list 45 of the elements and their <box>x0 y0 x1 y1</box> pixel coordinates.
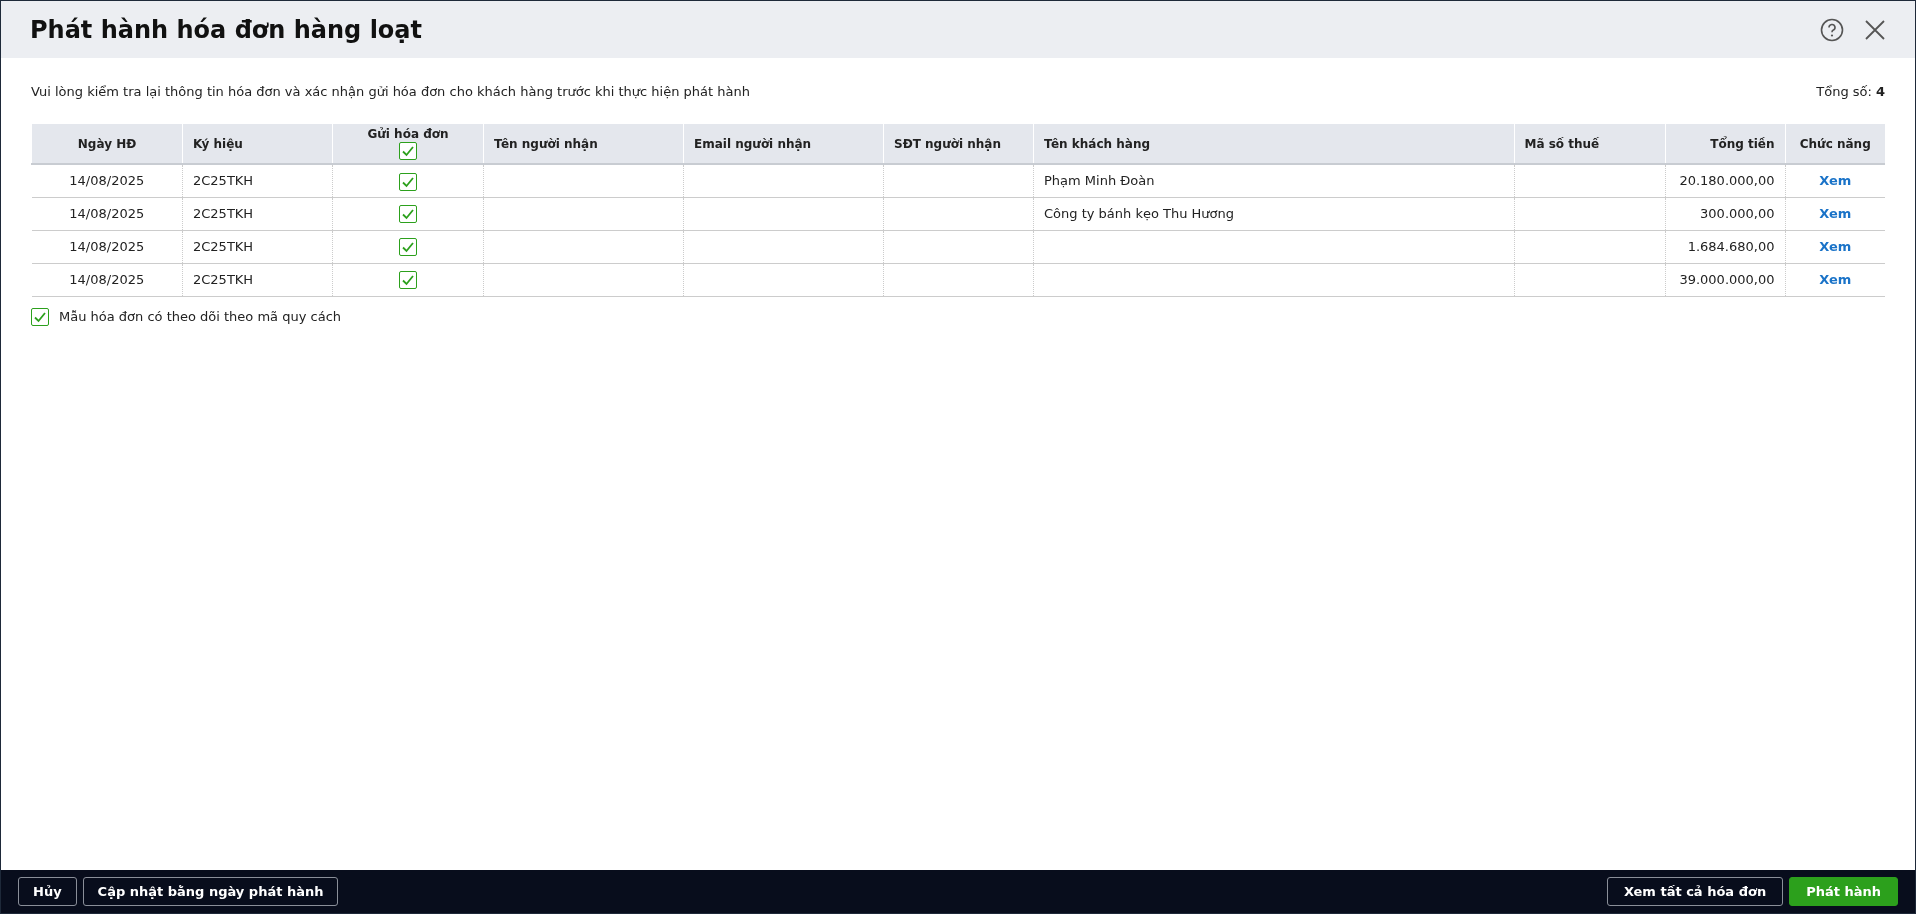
footer-button[interactable]: Hủy <box>18 877 77 906</box>
column-header: Tên người nhận <box>483 124 684 164</box>
column-header: SĐT người nhận <box>883 124 1034 164</box>
checkbox[interactable] <box>399 271 417 290</box>
checkbox[interactable] <box>31 308 49 326</box>
checkbox[interactable] <box>399 142 417 160</box>
amount-cell: 39.000.000,00 <box>1665 263 1785 296</box>
column-header: Tên khách hàng <box>1033 124 1514 164</box>
view-link[interactable]: Xem <box>1819 238 1852 254</box>
symbol-cell: 2C25TKH <box>182 230 333 263</box>
column-header: Tổng tiền <box>1665 124 1785 164</box>
instruction-text: Vui lòng kiểm tra lại thông tin hóa đơn và xác nhận gửi hóa đơn cho khách hàng trước khi thực hiện phát hành <box>31 83 750 102</box>
customer-cell: Phạm Minh Đoàn <box>1033 164 1514 197</box>
view-link[interactable]: Xem <box>1819 173 1852 188</box>
total-label: Tổng số: <box>1816 83 1872 102</box>
amount-cell: 300.000,00 <box>1665 197 1785 230</box>
view-link[interactable]: Xem <box>1819 271 1852 287</box>
footer-button[interactable]: Cập nhật bằng ngày phát hành <box>82 877 339 906</box>
total-count: 4 <box>1875 83 1885 102</box>
column-header: Chức năng <box>1785 124 1885 164</box>
date-cell: 14/08/2025 <box>31 230 183 263</box>
symbol-cell: 2C25TKH <box>182 164 333 197</box>
date-cell: 14/08/2025 <box>31 197 183 230</box>
amount-cell: 1.684.680,00 <box>1665 230 1785 263</box>
help-icon[interactable] <box>1820 17 1844 42</box>
customer-cell: Công ty bánh kẹo Thu Hương <box>1033 197 1514 230</box>
column-header: Email người nhận <box>683 124 884 164</box>
checkbox[interactable] <box>399 172 417 191</box>
close-icon[interactable] <box>1864 18 1886 41</box>
date-cell: 14/08/2025 <box>31 263 183 296</box>
date-cell: 14/08/2025 <box>31 164 183 197</box>
checkbox[interactable] <box>399 238 417 257</box>
issue-button[interactable]: Phát hành <box>1789 877 1898 906</box>
amount-cell: 20.180.000,00 <box>1665 164 1785 197</box>
checkbox[interactable] <box>399 205 417 224</box>
option-label: Mẫu hóa đơn có theo dõi theo mã quy cách <box>59 307 342 326</box>
column-header: Ký hiệu <box>182 124 333 164</box>
dialog-title: Phát hành hóa đơn hàng loạt <box>30 14 423 46</box>
column-header: Mã số thuế <box>1514 124 1665 164</box>
column-header: Gửi hóa đơn <box>366 127 450 142</box>
symbol-cell: 2C25TKH <box>182 263 333 296</box>
column-header: Ngày HĐ <box>31 124 183 164</box>
symbol-cell: 2C25TKH <box>182 197 333 230</box>
view-link[interactable]: Xem <box>1819 205 1852 221</box>
view-all-button[interactable]: Xem tất cả hóa đơn <box>1606 877 1784 906</box>
